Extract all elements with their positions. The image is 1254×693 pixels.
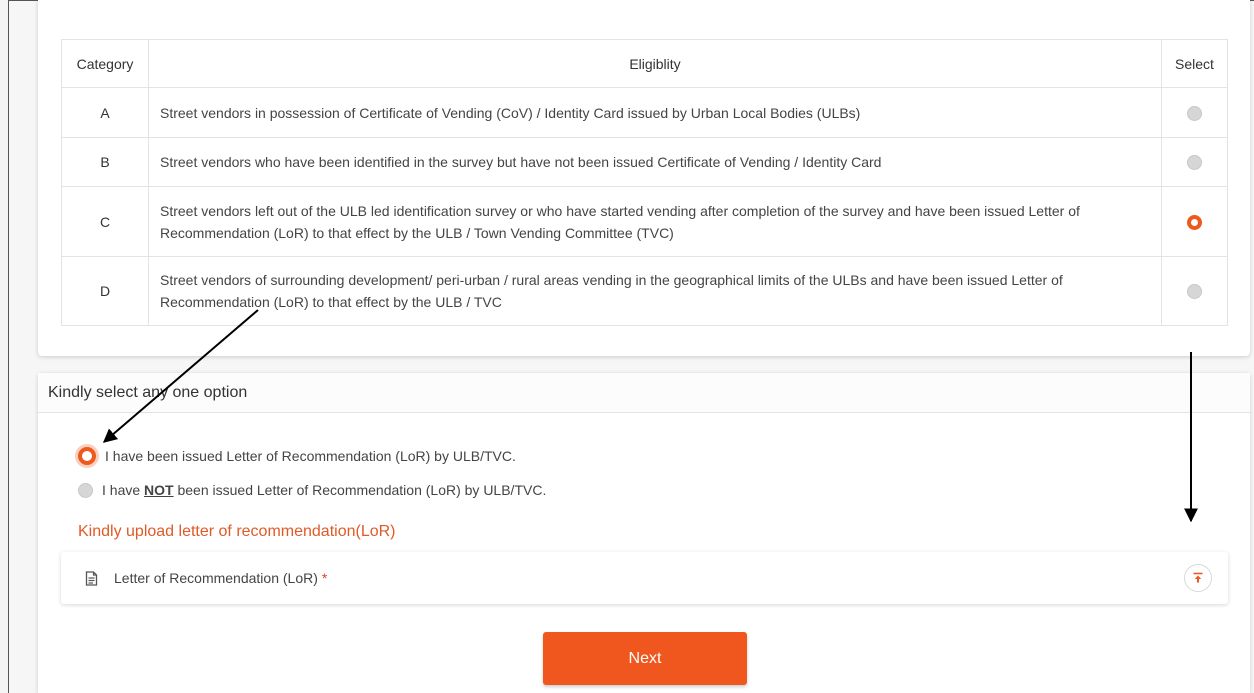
category-a-radio[interactable]	[1187, 105, 1202, 121]
table-row: A Street vendors in possession of Certif…	[61, 87, 1228, 138]
option-lor-not-issued[interactable]: I have NOT been issued Letter of Recomme…	[78, 482, 546, 498]
select-cell	[1161, 87, 1228, 138]
table-header-row: Category Eligiblity Select	[61, 39, 1228, 88]
header-category: Category	[61, 39, 149, 88]
label-emphasis-not: NOT	[144, 482, 174, 498]
upload-button[interactable]	[1184, 564, 1212, 592]
category-c-radio[interactable]	[1187, 214, 1202, 230]
eligibility-cell: Street vendors of surrounding developmen…	[148, 256, 1162, 326]
lor-issued-radio[interactable]	[78, 447, 96, 465]
required-marker: *	[321, 570, 328, 586]
table-row: C Street vendors left out of the ULB led…	[61, 186, 1228, 257]
eligibility-cell: Street vendors who have been identified …	[148, 137, 1162, 187]
label-suffix: been issued Letter of Recommendation (Lo…	[173, 482, 547, 498]
options-heading: Kindly select any one option	[38, 373, 1250, 413]
category-b-radio[interactable]	[1187, 155, 1202, 171]
eligibility-cell: Street vendors left out of the ULB led i…	[148, 186, 1162, 257]
upload-icon	[1193, 572, 1203, 583]
upload-title: Kindly upload letter of recommendation(L…	[78, 523, 396, 540]
header-eligibility: Eligiblity	[148, 39, 1162, 88]
lor-issued-label: I have been issued Letter of Recommendat…	[105, 448, 516, 464]
category-cell: D	[61, 256, 149, 326]
lor-options-card: Kindly select any one option I have been…	[38, 373, 1250, 693]
select-cell	[1161, 137, 1228, 187]
select-cell	[1161, 256, 1228, 326]
category-cell: C	[61, 186, 149, 257]
lor-file-label: Letter of Recommendation (LoR)	[114, 570, 318, 586]
next-button[interactable]: Next	[543, 632, 747, 685]
option-lor-issued[interactable]: I have been issued Letter of Recommendat…	[78, 447, 516, 465]
header-select: Select	[1161, 39, 1228, 88]
lor-not-issued-radio[interactable]	[78, 482, 93, 498]
eligibility-cell: Street vendors in possession of Certific…	[148, 87, 1162, 138]
select-cell	[1161, 186, 1228, 257]
eligibility-table: Category Eligiblity Select A Street vend…	[61, 39, 1228, 326]
document-icon	[85, 570, 98, 586]
eligibility-card: Category Eligiblity Select A Street vend…	[38, 0, 1250, 356]
category-cell: A	[61, 87, 149, 138]
category-cell: B	[61, 137, 149, 187]
lor-upload-row: Letter of Recommendation (LoR) *	[61, 552, 1228, 604]
lor-not-issued-label: I have NOT been issued Letter of Recomme…	[102, 482, 546, 498]
category-d-radio[interactable]	[1187, 284, 1202, 300]
table-row: B Street vendors who have been identifie…	[61, 137, 1228, 187]
table-row: D Street vendors of surrounding developm…	[61, 256, 1228, 326]
label-prefix: I have	[102, 482, 145, 498]
